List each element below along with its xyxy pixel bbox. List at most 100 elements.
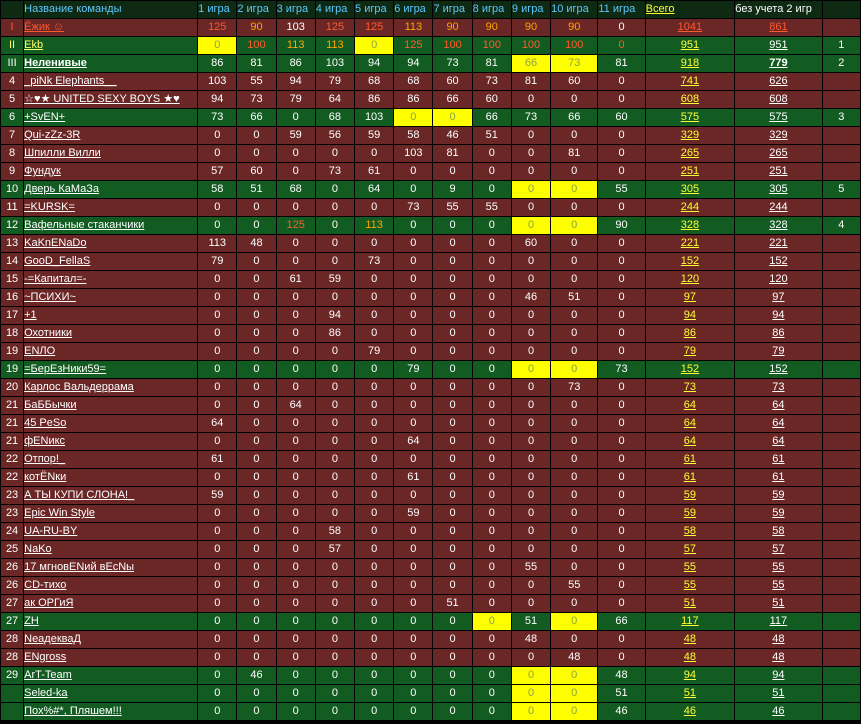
total-score-link[interactable]: 918	[645, 55, 735, 72]
total-score-link[interactable]: 97	[645, 289, 735, 306]
without-game2-link[interactable]: 626	[735, 73, 822, 90]
team-name-link[interactable]: ZH	[24, 613, 198, 630]
without-game2-link[interactable]: 55	[735, 577, 822, 594]
without-game2-link[interactable]: 329	[735, 127, 822, 144]
total-score-link[interactable]: 59	[645, 487, 735, 504]
total-score-link[interactable]: 79	[645, 343, 735, 360]
team-name-link[interactable]: Неленивые	[24, 55, 198, 72]
without-game2-link[interactable]: 779	[735, 55, 822, 72]
without-game2-link[interactable]: 57	[735, 541, 822, 558]
team-name-link[interactable]: NaKo	[24, 541, 198, 558]
total-score-link[interactable]: 46	[645, 703, 735, 720]
total-score-link[interactable]: 94	[645, 667, 735, 684]
total-score-link[interactable]: 265	[645, 145, 735, 162]
total-score-link[interactable]: 575	[645, 109, 735, 126]
without-game2-link[interactable]: 221	[735, 235, 822, 252]
without-game2-link[interactable]: 117	[735, 613, 822, 630]
without-game2-link[interactable]: 46	[735, 703, 822, 720]
team-name-link[interactable]: ☆♥★ UNITED SEXY BOYS ★♥	[24, 91, 198, 108]
without-game2-link[interactable]: 265	[735, 145, 822, 162]
team-name-link[interactable]: Ёжик ☺	[24, 19, 198, 36]
total-score-link[interactable]: 94	[645, 307, 735, 324]
team-name-link[interactable]: +1	[24, 307, 198, 324]
without-game2-link[interactable]: 951	[735, 37, 822, 54]
total-score-link[interactable]: 329	[645, 127, 735, 144]
team-name-link[interactable]: Qui-zZz-3R	[24, 127, 198, 144]
total-score-link[interactable]: 328	[645, 217, 735, 234]
without-game2-link[interactable]: 64	[735, 415, 822, 432]
without-game2-link[interactable]: 94	[735, 307, 822, 324]
team-name-link[interactable]: CD-тихо	[24, 577, 198, 594]
without-game2-link[interactable]: 51	[735, 685, 822, 702]
total-score-link[interactable]: 48	[645, 649, 735, 666]
without-game2-link[interactable]: 73	[735, 379, 822, 396]
total-score-link[interactable]: 86	[645, 325, 735, 342]
team-name-link[interactable]: Фундук	[24, 163, 198, 180]
team-name-link[interactable]: Охотники	[24, 325, 198, 342]
total-score-link[interactable]: 64	[645, 433, 735, 450]
total-score-link[interactable]: 951	[645, 37, 735, 54]
total-score-link[interactable]: 741	[645, 73, 735, 90]
without-game2-link[interactable]: 48	[735, 649, 822, 666]
without-game2-link[interactable]: 64	[735, 397, 822, 414]
total-score-link[interactable]: 59	[645, 505, 735, 522]
team-name-link[interactable]: Epic Win Style	[24, 505, 198, 522]
total-score-link[interactable]: 48	[645, 631, 735, 648]
team-name-link[interactable]: 45 PeSo	[24, 415, 198, 432]
total-score-link[interactable]: 305	[645, 181, 735, 198]
without-game2-link[interactable]: 55	[735, 559, 822, 576]
team-name-link[interactable]: ENЛО	[24, 343, 198, 360]
total-score-link[interactable]: 152	[645, 361, 735, 378]
team-name-link[interactable]: Вафельные стаканчики	[24, 217, 198, 234]
without-game2-link[interactable]: 152	[735, 253, 822, 270]
total-score-link[interactable]: 51	[645, 685, 735, 702]
team-name-link[interactable]: GooD_FellaS	[24, 253, 198, 270]
without-game2-link[interactable]: 861	[735, 19, 822, 36]
without-game2-link[interactable]: 575	[735, 109, 822, 126]
total-score-link[interactable]: 64	[645, 415, 735, 432]
without-game2-link[interactable]: 59	[735, 505, 822, 522]
team-name-link[interactable]: _piNk Elephants__	[24, 73, 198, 90]
team-name-link[interactable]: +SvEN+	[24, 109, 198, 126]
total-score-link[interactable]: 61	[645, 451, 735, 468]
team-name-link[interactable]: Дверь КаМаЗа	[24, 181, 198, 198]
total-score-link[interactable]: 55	[645, 559, 735, 576]
without-game2-link[interactable]: 305	[735, 181, 822, 198]
total-score-link[interactable]: 244	[645, 199, 735, 216]
without-game2-link[interactable]: 48	[735, 631, 822, 648]
total-score-link[interactable]: 51	[645, 595, 735, 612]
without-game2-link[interactable]: 86	[735, 325, 822, 342]
team-name-link[interactable]: ак ОРГиЯ	[24, 595, 198, 612]
total-score-link[interactable]: 73	[645, 379, 735, 396]
without-game2-link[interactable]: 244	[735, 199, 822, 216]
without-game2-link[interactable]: 152	[735, 361, 822, 378]
without-game2-link[interactable]: 120	[735, 271, 822, 288]
team-name-link[interactable]: Seled-ka	[24, 685, 198, 702]
team-name-link[interactable]: KaKnENaDo	[24, 235, 198, 252]
team-name-link[interactable]: NeадекваД	[24, 631, 198, 648]
team-name-link[interactable]: =KURSK=	[24, 199, 198, 216]
total-score-link[interactable]: 64	[645, 397, 735, 414]
without-game2-link[interactable]: 61	[735, 469, 822, 486]
team-name-link[interactable]: =БерЕзНики59=	[24, 361, 198, 378]
without-game2-link[interactable]: 64	[735, 433, 822, 450]
team-name-link[interactable]: UA-RU-BY	[24, 523, 198, 540]
without-game2-link[interactable]: 608	[735, 91, 822, 108]
total-score-link[interactable]: 221	[645, 235, 735, 252]
team-name-link[interactable]: ArT-Team	[24, 667, 198, 684]
without-game2-link[interactable]: 328	[735, 217, 822, 234]
without-game2-link[interactable]: 58	[735, 523, 822, 540]
without-game2-link[interactable]: 59	[735, 487, 822, 504]
without-game2-link[interactable]: 97	[735, 289, 822, 306]
team-name-link[interactable]: Пох%#*, Пляшем!!!	[24, 703, 198, 720]
total-score-link[interactable]: 608	[645, 91, 735, 108]
without-game2-link[interactable]: 61	[735, 451, 822, 468]
team-name-link[interactable]: -=Капитал=-	[24, 271, 198, 288]
total-score-link[interactable]: 251	[645, 163, 735, 180]
team-name-link[interactable]: Отпор!_	[24, 451, 198, 468]
without-game2-link[interactable]: 79	[735, 343, 822, 360]
team-name-link[interactable]: ENgross	[24, 649, 198, 666]
team-name-link[interactable]: Шпилли Вилли	[24, 145, 198, 162]
team-name-link[interactable]: котЁNки	[24, 469, 198, 486]
total-score-link[interactable]: 1041	[645, 19, 735, 36]
